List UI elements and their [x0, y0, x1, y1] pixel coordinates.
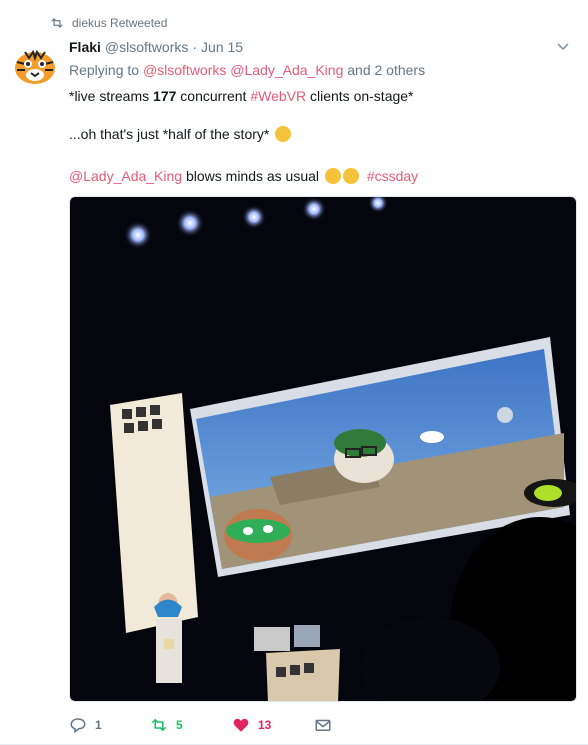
text-segment: concurrent	[176, 88, 251, 104]
retweet-count: 5	[176, 718, 183, 732]
caret-down-icon[interactable]	[556, 40, 570, 54]
like-button[interactable]: 13	[232, 716, 271, 734]
reply-icon	[70, 718, 86, 734]
text-segment: ...oh that's just *half of the story*	[69, 126, 270, 142]
eye-roll-emoji-icon	[275, 126, 292, 142]
tweet-date[interactable]: Jun 15	[201, 39, 243, 55]
text-segment: *live streams	[69, 88, 154, 104]
tweet-text-line: *live streams 177 concurrent #WebVR clie…	[69, 86, 414, 106]
author-handle[interactable]: @slsoftworks	[105, 39, 188, 55]
replying-prefix: Replying to	[69, 62, 143, 78]
direct-message-button[interactable]	[314, 716, 332, 734]
envelope-icon	[315, 719, 331, 731]
tweet-text-line: ...oh that's just *half of the story*	[69, 124, 292, 144]
retweet-icon	[151, 718, 167, 732]
separator-dot: ·	[192, 39, 198, 55]
tweet[interactable]: diekus Retweeted Flaki @slsoftworks · Ju…	[0, 0, 588, 745]
tweet-header: Flaki @slsoftworks · Jun 15	[69, 37, 243, 57]
text-segment: clients on-stage*	[306, 88, 414, 104]
hashtag-link[interactable]: #WebVR	[250, 88, 306, 104]
astonished-emoji-icon	[324, 168, 341, 184]
mention-link[interactable]: @Lady_Ada_King	[69, 168, 182, 184]
retweet-context: diekus Retweeted	[50, 15, 167, 31]
retweet-icon	[51, 18, 63, 28]
relieved-emoji-icon	[342, 168, 359, 184]
tweet-text-line: @Lady_Ada_King blows minds as usual #css…	[69, 166, 418, 186]
reply-count: 1	[95, 718, 102, 732]
reply-button[interactable]: 1	[69, 716, 102, 734]
tweet-photo[interactable]	[69, 196, 577, 702]
text-segment: blows minds as usual	[182, 168, 323, 184]
retweet-context-text: diekus Retweeted	[72, 16, 168, 30]
replying-suffix[interactable]: and 2 others	[343, 62, 425, 78]
hashtag-link[interactable]: #cssday	[367, 168, 418, 184]
replying-to: Replying to @slsoftworks @Lady_Ada_King …	[69, 62, 425, 78]
retweet-button[interactable]: 5	[150, 716, 183, 734]
replying-user-link[interactable]: @slsoftworks	[143, 62, 226, 78]
author-name[interactable]: Flaki	[69, 39, 101, 55]
like-count: 13	[258, 718, 272, 732]
text-number: 177	[153, 88, 177, 104]
replying-user-link[interactable]: @Lady_Ada_King	[230, 62, 343, 78]
heart-icon	[233, 718, 249, 732]
avatar[interactable]	[11, 42, 59, 90]
